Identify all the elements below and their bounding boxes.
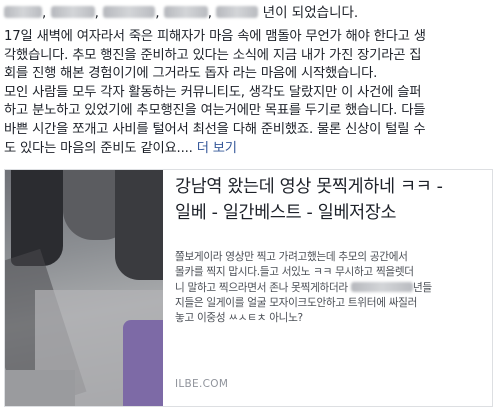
link-desc-line: 지들은 일게이를 얼굴 모자이크도안하고 트위터에 싸질러 bbox=[175, 296, 418, 309]
facebook-post: , , , , 년이 되었습니다. 17일 새벽에 여자라서 죽은 피해자가 마… bbox=[0, 0, 498, 411]
see-more-link[interactable]: 더 보기 bbox=[197, 141, 237, 156]
post-body-line: 도 있다는 마음의 준비도 같이요.... bbox=[4, 140, 193, 156]
link-desc-line: 놓고 이중성 ㅆㅅㅌㅊ 아니노? bbox=[175, 312, 303, 325]
post-body-line: 바쁜 시간을 쪼개고 사비를 털어서 최선을 다해 준비했죠. 물론 신상이 털… bbox=[4, 121, 426, 137]
redacted-text bbox=[350, 281, 413, 292]
link-info: 강남역 왔는데 영상 못찍게하네 ㅋㅋ - 일베 - 일간베스트 - 일베저장소… bbox=[175, 170, 485, 406]
link-desc-line-3: 니 말하고 찍으라면서 존나 못찍게하더라 년들 bbox=[175, 281, 487, 296]
link-description: 쫄보게이라 영상만 찍고 가려고했는데 추모의 공간에서 몰카를 찍지 맙시다.… bbox=[175, 250, 487, 326]
link-domain: ILBE.COM bbox=[175, 378, 229, 390]
link-title-line: 강남역 왔는데 영상 못찍게하네 ㅋㅋ - bbox=[175, 177, 443, 197]
link-desc-line-suffix: 년들 bbox=[412, 281, 432, 294]
post-intro-suffix: 년이 되었습니다. bbox=[262, 5, 359, 21]
redacted-text bbox=[50, 6, 95, 18]
post-body-line: 모인 사람들 모두 각자 활동하는 커뮤니티도, 생각도 달랐지만 이 사건에 … bbox=[4, 84, 422, 100]
post-body-line: 각했습니다. 추모 행진을 준비하고 있다는 소식에 지금 내가 가진 장기라곤… bbox=[4, 47, 422, 63]
post-intro-line: , , , , 년이 되었습니다. bbox=[4, 4, 494, 22]
link-preview-card[interactable]: 강남역 왔는데 영상 못찍게하네 ㅋㅋ - 일베 - 일간베스트 - 일베저장소… bbox=[4, 169, 493, 407]
redacted-text bbox=[216, 6, 259, 18]
redacted-text bbox=[103, 6, 156, 18]
post-body-last-line: 도 있다는 마음의 준비도 같이요.... 더 보기 bbox=[4, 140, 496, 159]
redacted-text bbox=[163, 6, 208, 18]
link-desc-line: 쫄보게이라 영상만 찍고 가려고했는데 추모의 공간에서 bbox=[175, 251, 408, 263]
link-thumbnail-image bbox=[5, 170, 163, 406]
post-body-line: 하고 분노하고 있었기에 추모행진을 여는거에만 목표를 두기로 했습니다. 다… bbox=[4, 103, 426, 119]
post-body-line: 17일 새벽에 여자라서 죽은 피해자가 마음 속에 맴돌아 무언가 해야 한다… bbox=[4, 29, 426, 44]
link-desc-line: 몰카를 찍지 맙시다.들고 서있노 ㅋㅋ 무시하고 찍을렛더 bbox=[175, 266, 414, 279]
post-body-line: 회를 진행 해본 경험이기에 그거라도 돕자 라는 마음에 시작했습니다. bbox=[4, 66, 378, 82]
link-title-line: 일베 - 일간베스트 - 일베저장소 bbox=[175, 203, 397, 223]
redacted-text bbox=[4, 6, 42, 18]
post-body: 17일 새벽에 여자라서 죽은 피해자가 마음 속에 맴돌아 무언가 해야 한다… bbox=[4, 28, 496, 158]
link-desc-line: 니 말하고 찍으라면서 존나 못찍게하더라 bbox=[175, 281, 348, 294]
link-title[interactable]: 강남역 왔는데 영상 못찍게하네 ㅋㅋ - 일베 - 일간베스트 - 일베저장소 bbox=[175, 174, 487, 226]
